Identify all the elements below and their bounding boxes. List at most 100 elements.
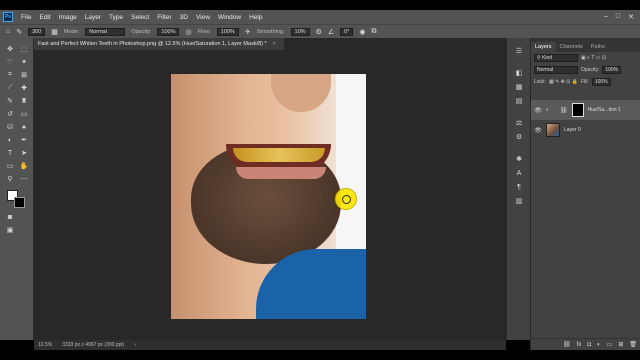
more-tools-icon[interactable]: ⋯ — [18, 174, 30, 184]
document-tab[interactable]: Fast and Perfect Whiten Teeth in Photosh… — [34, 38, 284, 50]
close-window-button[interactable]: ✕ — [628, 13, 634, 21]
eraser-icon[interactable]: ▭ — [18, 109, 30, 119]
tab-channels[interactable]: Channels — [556, 42, 587, 52]
layer-thumbnail[interactable] — [546, 123, 560, 137]
menu-select[interactable]: Select — [127, 14, 153, 21]
blur-tool-icon[interactable]: ● — [18, 122, 30, 132]
history-brush-icon[interactable]: ↺ — [4, 109, 16, 119]
properties-panel-icon[interactable]: ⚙ — [513, 132, 525, 142]
gradients-panel-icon[interactable]: ▤ — [513, 96, 525, 106]
smoothing-input[interactable]: 10% — [290, 27, 310, 36]
lasso-tool-icon[interactable]: ➰ — [4, 57, 16, 67]
menu-view[interactable]: View — [192, 14, 214, 21]
frame-tool-icon[interactable]: ⊠ — [18, 70, 30, 80]
fill-input[interactable]: 100% — [591, 78, 611, 86]
background-color-swatch[interactable] — [14, 197, 25, 208]
menu-layer[interactable]: Layer — [81, 14, 105, 21]
color-panel-icon[interactable]: ◧ — [513, 68, 525, 78]
glyphs-panel-icon[interactable]: ▥ — [513, 196, 525, 206]
airbrush-icon[interactable]: ✈ — [245, 28, 251, 36]
panel-tabs: Layers Channels Paths — [531, 38, 640, 52]
menu-3d[interactable]: 3D — [176, 14, 192, 21]
crop-tool-icon[interactable]: ⌗ — [4, 70, 16, 80]
layer-opacity-input[interactable]: 100% — [602, 66, 622, 74]
paint-bucket-icon[interactable]: ⛁ — [4, 122, 16, 132]
mode-select[interactable]: Normal — [85, 27, 126, 36]
dodge-tool-icon[interactable]: ◐ — [4, 135, 16, 145]
menu-window[interactable]: Window — [214, 14, 245, 21]
history-panel-icon[interactable]: ☰ — [513, 46, 525, 56]
menu-file[interactable]: File — [17, 14, 35, 21]
canvas-area[interactable] — [34, 50, 506, 340]
type-tool-icon[interactable]: T — [4, 148, 16, 158]
menu-filter[interactable]: Filter — [153, 14, 175, 21]
status-arrow-icon[interactable]: › — [134, 342, 136, 348]
layer-0[interactable]: 👁 Layer 0 — [531, 120, 640, 140]
healing-brush-icon[interactable]: ✚ — [18, 83, 30, 93]
brush-icon[interactable]: ✎ — [4, 96, 16, 106]
new-adjustment-icon[interactable]: ◐ — [597, 342, 601, 348]
menu-image[interactable]: Image — [55, 14, 81, 21]
menu-edit[interactable]: Edit — [35, 14, 54, 21]
new-layer-icon[interactable]: ⊞ — [618, 341, 623, 348]
blend-mode-select[interactable]: Normal — [534, 66, 578, 74]
photoshop-logo: Ps — [3, 12, 13, 22]
path-selection-icon[interactable]: ➤ — [18, 148, 30, 158]
layer-mask-thumbnail[interactable] — [571, 103, 584, 117]
pressure-size-icon[interactable]: ◉ — [359, 28, 365, 36]
magic-wand-icon[interactable]: ✦ — [18, 57, 30, 67]
minimize-button[interactable]: – — [604, 13, 608, 21]
filter-type-icons[interactable]: ▣ ◐ T ▭ ⊡ — [581, 55, 606, 61]
delete-layer-icon[interactable]: 🗑 — [629, 341, 637, 348]
eye-icon[interactable]: 👁 — [534, 107, 542, 114]
eye-icon[interactable]: 👁 — [534, 127, 542, 134]
angle-input[interactable]: 0° — [340, 27, 354, 36]
rectangle-tool-icon[interactable]: ▭ — [4, 161, 16, 171]
zoom-tool-icon[interactable]: ⚲ — [4, 174, 16, 184]
window-controls: – □ ✕ — [604, 13, 640, 21]
paragraph-panel-icon[interactable]: ¶ — [513, 182, 525, 192]
menu-type[interactable]: Type — [105, 14, 127, 21]
new-group-icon[interactable]: ▭ — [607, 341, 613, 348]
add-mask-icon[interactable]: ◘ — [587, 342, 591, 348]
menu-help[interactable]: Help — [245, 14, 266, 21]
layer-name[interactable]: Layer 0 — [564, 127, 581, 133]
fx-icon[interactable]: fx — [577, 342, 582, 348]
close-icon[interactable]: × — [273, 41, 276, 47]
marquee-tool-icon[interactable]: ⬚ — [18, 44, 30, 54]
adjustments-panel-icon[interactable]: ⚖ — [513, 118, 525, 128]
brush-settings-icon[interactable]: ▦ — [51, 28, 58, 36]
lock-icons[interactable]: ▦ ✎ ✥ ⊡ 🔒 — [549, 79, 578, 85]
tab-layers[interactable]: Layers — [531, 42, 556, 52]
home-icon[interactable]: ⌂ — [6, 28, 10, 35]
symmetry-icon[interactable]: ⧉ — [371, 28, 376, 36]
link-icon[interactable]: ⛓ — [560, 107, 568, 114]
pen-tool-icon[interactable]: ✒ — [18, 135, 30, 145]
swatches-panel-icon[interactable]: ▦ — [513, 82, 525, 92]
character-panel-icon[interactable]: A — [513, 168, 525, 178]
pressure-opacity-icon[interactable]: ◎ — [185, 28, 191, 36]
flow-label: Flow: — [197, 28, 211, 35]
opacity-input[interactable]: 100% — [157, 27, 180, 36]
flow-input[interactable]: 100% — [216, 27, 239, 36]
zoom-level[interactable]: 12.5% — [38, 342, 52, 348]
gear-icon[interactable]: ⚙ — [316, 28, 322, 36]
clone-stamp-icon[interactable]: ♜ — [18, 96, 30, 106]
layer-hue-saturation[interactable]: 👁 ◐ ⛓ Hue/Sa...tion 1 — [531, 100, 640, 120]
brush-size-picker[interactable]: 300 — [28, 27, 46, 36]
brush-settings-panel-icon[interactable]: ✱ — [513, 154, 525, 164]
lower-lip — [236, 167, 326, 179]
menu-bar: Ps File Edit Image Layer Type Select Fil… — [0, 10, 640, 24]
layer-filter-select[interactable]: ⚲ Kind — [534, 54, 578, 62]
brush-tool-icon[interactable]: ✎ — [16, 28, 22, 36]
link-layers-icon[interactable]: ⛓ — [563, 341, 571, 348]
eyedropper-icon[interactable]: ⟋ — [4, 83, 16, 93]
brush-cursor-center — [342, 195, 351, 204]
tab-paths[interactable]: Paths — [587, 42, 609, 52]
maximize-button[interactable]: □ — [616, 13, 620, 21]
layer-name[interactable]: Hue/Sa...tion 1 — [588, 107, 621, 113]
quick-mask-icon[interactable]: ◙ — [4, 212, 16, 222]
screen-mode-icon[interactable]: ▣ — [4, 225, 16, 235]
hand-tool-icon[interactable]: ✋ — [18, 161, 30, 171]
move-tool-icon[interactable]: ✥ — [4, 44, 16, 54]
